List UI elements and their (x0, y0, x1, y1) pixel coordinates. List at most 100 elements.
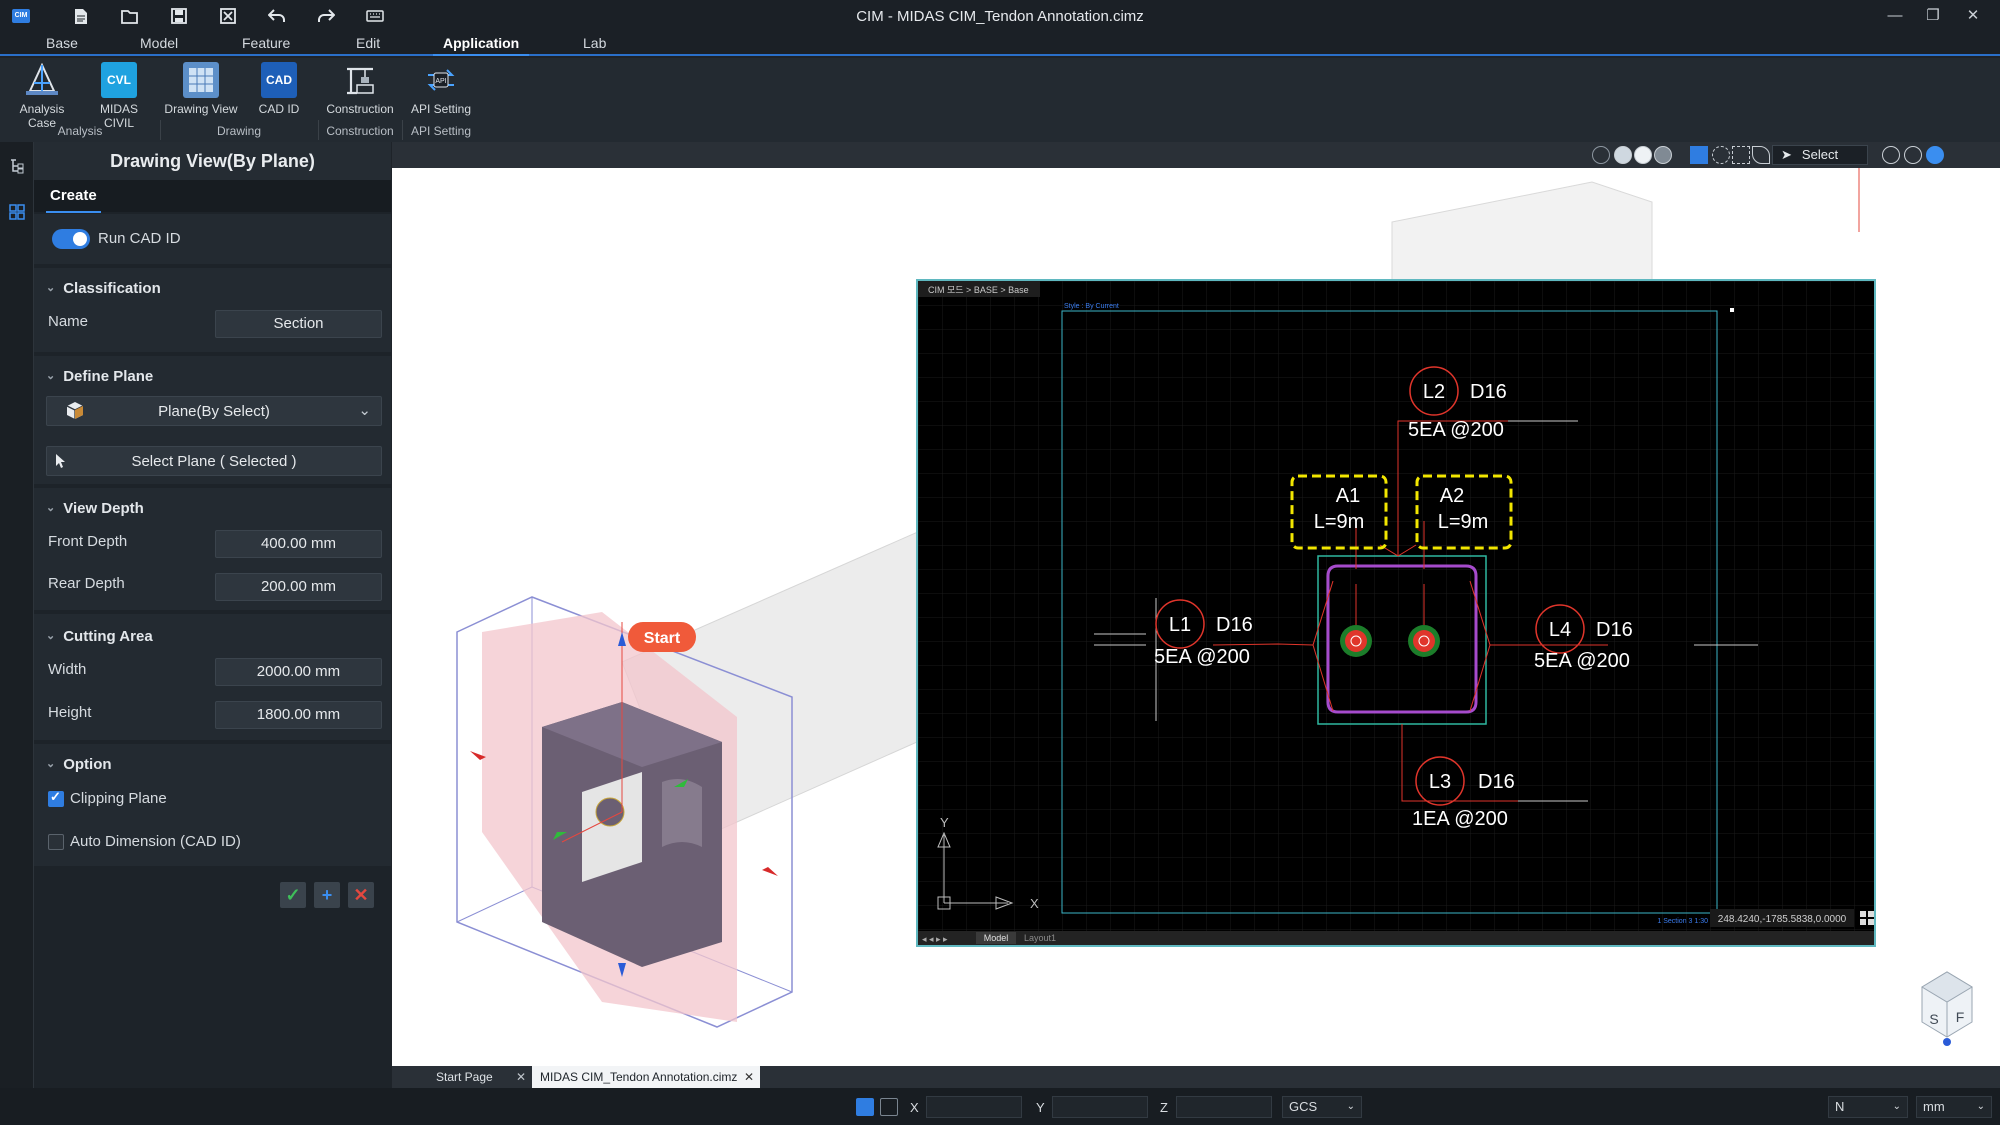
drawing-view-button[interactable]: Drawing View (162, 62, 240, 116)
tab-create[interactable]: Create (46, 187, 101, 213)
save-icon[interactable] (168, 5, 190, 27)
new-file-icon[interactable] (70, 5, 92, 27)
cutting-area-section: ⌄ Cutting Area Width 2000.00 mm Height 18… (34, 614, 391, 740)
option-header[interactable]: ⌄ Option (46, 756, 112, 773)
rear-depth-field[interactable]: 200.00 mm (215, 573, 382, 601)
name-field[interactable]: Section (215, 310, 382, 338)
run-cad-id-toggle[interactable] (52, 229, 90, 249)
length-unit-value: mm (1923, 1099, 1945, 1114)
define-plane-header[interactable]: ⌄ Define Plane (46, 368, 153, 385)
select-plane-button[interactable]: Select Plane ( Selected ) (46, 446, 382, 476)
cad-drawing-window[interactable]: CIM 모드 > BASE > Base Style : By Current … (916, 279, 1876, 947)
x-label: X (910, 1100, 919, 1115)
tab-feature[interactable]: Feature (242, 35, 290, 51)
clipping-plane-checkbox[interactable] (48, 789, 64, 807)
L3-spec: 1EA @200 (1412, 808, 1508, 830)
view-depth-section: ⌄ View Depth Front Depth 400.00 mm Rear D… (34, 488, 391, 610)
clock-icon[interactable] (1882, 146, 1900, 164)
record-icon[interactable] (1904, 146, 1922, 164)
height-field[interactable]: 1800.00 mm (215, 701, 382, 729)
tab-lab[interactable]: Lab (583, 35, 606, 51)
properties-panel-icon[interactable] (8, 204, 26, 222)
force-unit-dropdown[interactable]: N ⌄ (1828, 1096, 1908, 1118)
wireframe-icon[interactable] (1654, 146, 1672, 164)
close-window-button[interactable]: ✕ (1956, 4, 1990, 28)
view-cube[interactable]: S F (1921, 971, 1973, 1046)
length-unit-dropdown[interactable]: mm ⌄ (1916, 1096, 1992, 1118)
tab-base[interactable]: Base (46, 35, 78, 51)
confirm-button[interactable]: ✓ (280, 882, 306, 908)
cutting-area-header[interactable]: ⌄ Cutting Area (46, 628, 153, 645)
shaded-edges-icon[interactable] (1634, 146, 1652, 164)
settings-icon[interactable] (1926, 146, 1944, 164)
chevron-down-icon: ⌄ (46, 502, 56, 514)
cad-tab-model[interactable]: Model (984, 933, 1009, 943)
redo-icon[interactable] (315, 5, 337, 27)
plane-select-dropdown[interactable]: Plane(By Select) ⌄ (46, 396, 382, 426)
cad-tab-layout1[interactable]: Layout1 (1024, 933, 1056, 943)
lasso-select-icon[interactable] (1752, 146, 1770, 164)
shaded-icon[interactable] (1614, 146, 1632, 164)
coord-system-dropdown[interactable]: GCS ⌄ (1282, 1096, 1362, 1118)
L1-spec: 5EA @200 (1154, 646, 1250, 668)
close-file-icon[interactable] (217, 5, 239, 27)
snap-icon[interactable] (856, 1098, 874, 1116)
box-select-icon[interactable] (1690, 146, 1708, 164)
coord-system-value: GCS (1289, 1099, 1318, 1114)
cancel-button[interactable]: ✕ (348, 882, 374, 908)
minimize-button[interactable]: — (1878, 4, 1912, 28)
front-depth-field[interactable]: 400.00 mm (215, 530, 382, 558)
x-coordinate-field[interactable] (926, 1096, 1022, 1118)
restore-button[interactable]: ❐ (1916, 4, 1950, 28)
doc-tab-start-page[interactable]: Start Page ✕ (414, 1066, 532, 1088)
measure-icon[interactable] (880, 1098, 898, 1116)
define-plane-header-label: Define Plane (63, 368, 154, 385)
midas-civil-button[interactable]: CVL MIDAS CIVIL (84, 62, 154, 130)
selection-mode-dropdown[interactable]: ➤ Select (1772, 145, 1868, 165)
chevron-down-icon: ⌄ (1346, 1101, 1355, 1112)
ribbon-group-api-setting: API Setting (410, 124, 472, 138)
run-cad-id-label: Run CAD ID (98, 230, 181, 247)
open-folder-icon[interactable] (119, 5, 141, 27)
rear-depth-label: Rear Depth (48, 575, 125, 592)
analysis-case-button[interactable]: Analysis Case (4, 62, 80, 130)
view-depth-header[interactable]: ⌄ View Depth (46, 500, 144, 517)
construction-button[interactable]: Construction (322, 62, 398, 116)
circle-select-icon[interactable] (1712, 146, 1730, 164)
title-bar: CIM CIM - MIDAS CIM_Tendon Annotation.ci… (0, 0, 2000, 32)
polygon-select-icon[interactable] (1732, 146, 1750, 164)
close-icon[interactable]: ✕ (744, 1066, 754, 1088)
run-cad-id-section: Run CAD ID (34, 214, 391, 264)
chevron-down-icon: ⌄ (1976, 1101, 1985, 1112)
cad-id-button[interactable]: CAD CAD ID (250, 62, 308, 116)
classification-header[interactable]: ⌄ Classification (46, 280, 161, 297)
undo-icon[interactable] (266, 5, 288, 27)
tab-edit[interactable]: Edit (356, 35, 380, 51)
add-button[interactable]: + (314, 882, 340, 908)
option-section: ⌄ Option Clipping Plane Auto Dimension (C… (34, 744, 391, 866)
selection-mode-value: Select (1801, 147, 1839, 162)
z-label: Z (1160, 1100, 1168, 1115)
keyboard-icon[interactable] (364, 5, 386, 27)
L4-bar: D16 (1596, 619, 1633, 641)
width-label: Width (48, 661, 87, 678)
width-field[interactable]: 2000.00 mm (215, 658, 382, 686)
construction-label: Construction (326, 102, 394, 116)
model-tree-icon[interactable] (8, 158, 26, 176)
view-depth-header-label: View Depth (63, 500, 144, 517)
z-coordinate-field[interactable] (1176, 1096, 1272, 1118)
auto-dimension-checkbox[interactable] (48, 834, 64, 850)
close-icon[interactable]: ✕ (516, 1066, 526, 1088)
tab-application[interactable]: Application (432, 35, 530, 56)
chevron-down-icon: ⌄ (1892, 1101, 1901, 1112)
model-viewport[interactable]: Start S F CIM 모드 > BASE > Base Style : B (392, 142, 2000, 1066)
window-title: CIM - MIDAS CIM_Tendon Annotation.cimz (856, 8, 1144, 25)
doc-tab-tendon-annotation[interactable]: MIDAS CIM_Tendon Annotation.cimz ✕ (532, 1066, 760, 1088)
clipping-plane-label: Clipping Plane (70, 790, 167, 807)
tab-model[interactable]: Model (140, 35, 178, 51)
render-mode-icon[interactable] (1592, 146, 1610, 164)
api-setting-button[interactable]: API API Setting (408, 62, 474, 116)
cad-canvas: CIM 모드 > BASE > Base Style : By Current … (918, 281, 1874, 945)
view-cube-right-face: F (1956, 1009, 1965, 1025)
y-coordinate-field[interactable] (1052, 1096, 1148, 1118)
